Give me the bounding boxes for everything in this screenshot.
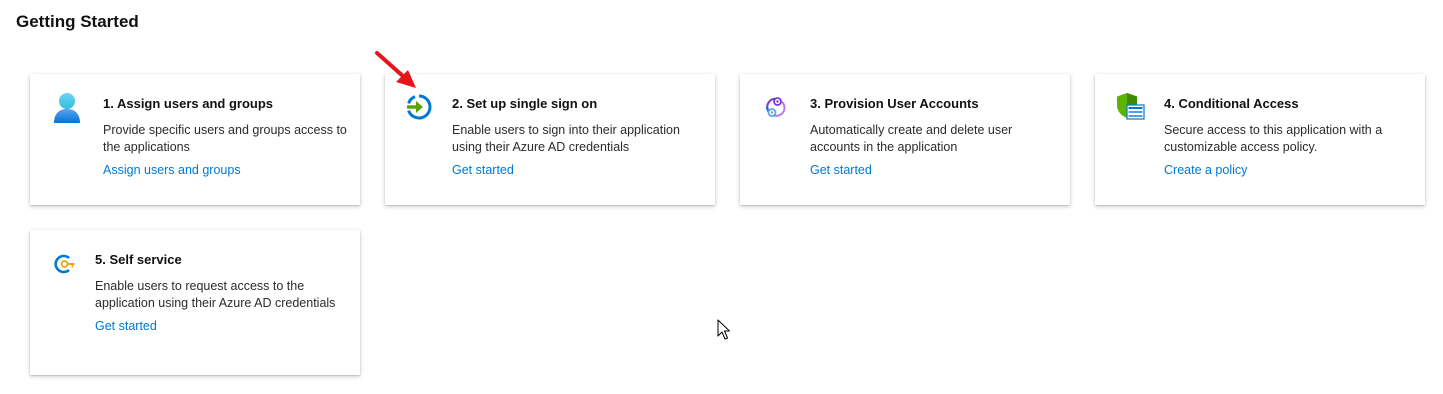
mouse-cursor-icon: [717, 319, 730, 340]
conditional-access-shield-icon: [1117, 93, 1145, 120]
card-title: 2. Set up single sign on: [452, 96, 598, 111]
card-provision-user-accounts[interactable]: 3. Provision User Accounts Automatically…: [740, 74, 1070, 205]
page-title: Getting Started: [16, 12, 139, 31]
single-sign-on-get-started-link[interactable]: Get started: [452, 163, 514, 177]
single-sign-on-icon: [407, 94, 432, 120]
card-description: Enable users to sign into their applicat…: [452, 123, 680, 154]
card-conditional-access[interactable]: 4. Conditional Access Secure access to t…: [1095, 74, 1425, 205]
card-self-service[interactable]: 5. Self service Enable users to request …: [30, 230, 360, 375]
provision-get-started-link[interactable]: Get started: [810, 163, 872, 177]
create-a-policy-link[interactable]: Create a policy: [1164, 163, 1247, 177]
self-service-key-icon: [54, 254, 75, 274]
card-description: Secure access to this application with a…: [1164, 123, 1383, 154]
card-description: Enable users to request access to the ap…: [95, 279, 336, 310]
red-annotation-arrow-icon: [375, 51, 416, 88]
card-title: 1. Assign users and groups: [103, 96, 274, 111]
card-set-up-single-sign-on[interactable]: 2. Set up single sign on Enable users to…: [385, 74, 715, 205]
card-title: 3. Provision User Accounts: [810, 96, 979, 111]
assign-users-and-groups-link[interactable]: Assign users and groups: [103, 163, 241, 177]
card-assign-users-and-groups[interactable]: 1. Assign users and groups Provide speci…: [30, 74, 360, 205]
user-icon: [54, 93, 80, 123]
card-description: Automatically create and delete user acc…: [810, 123, 1013, 154]
provisioning-icon: [766, 97, 786, 117]
card-title: 5. Self service: [95, 252, 182, 267]
self-service-get-started-link[interactable]: Get started: [95, 319, 157, 333]
card-description: Provide specific users and groups access…: [103, 123, 347, 154]
card-title: 4. Conditional Access: [1164, 96, 1299, 111]
